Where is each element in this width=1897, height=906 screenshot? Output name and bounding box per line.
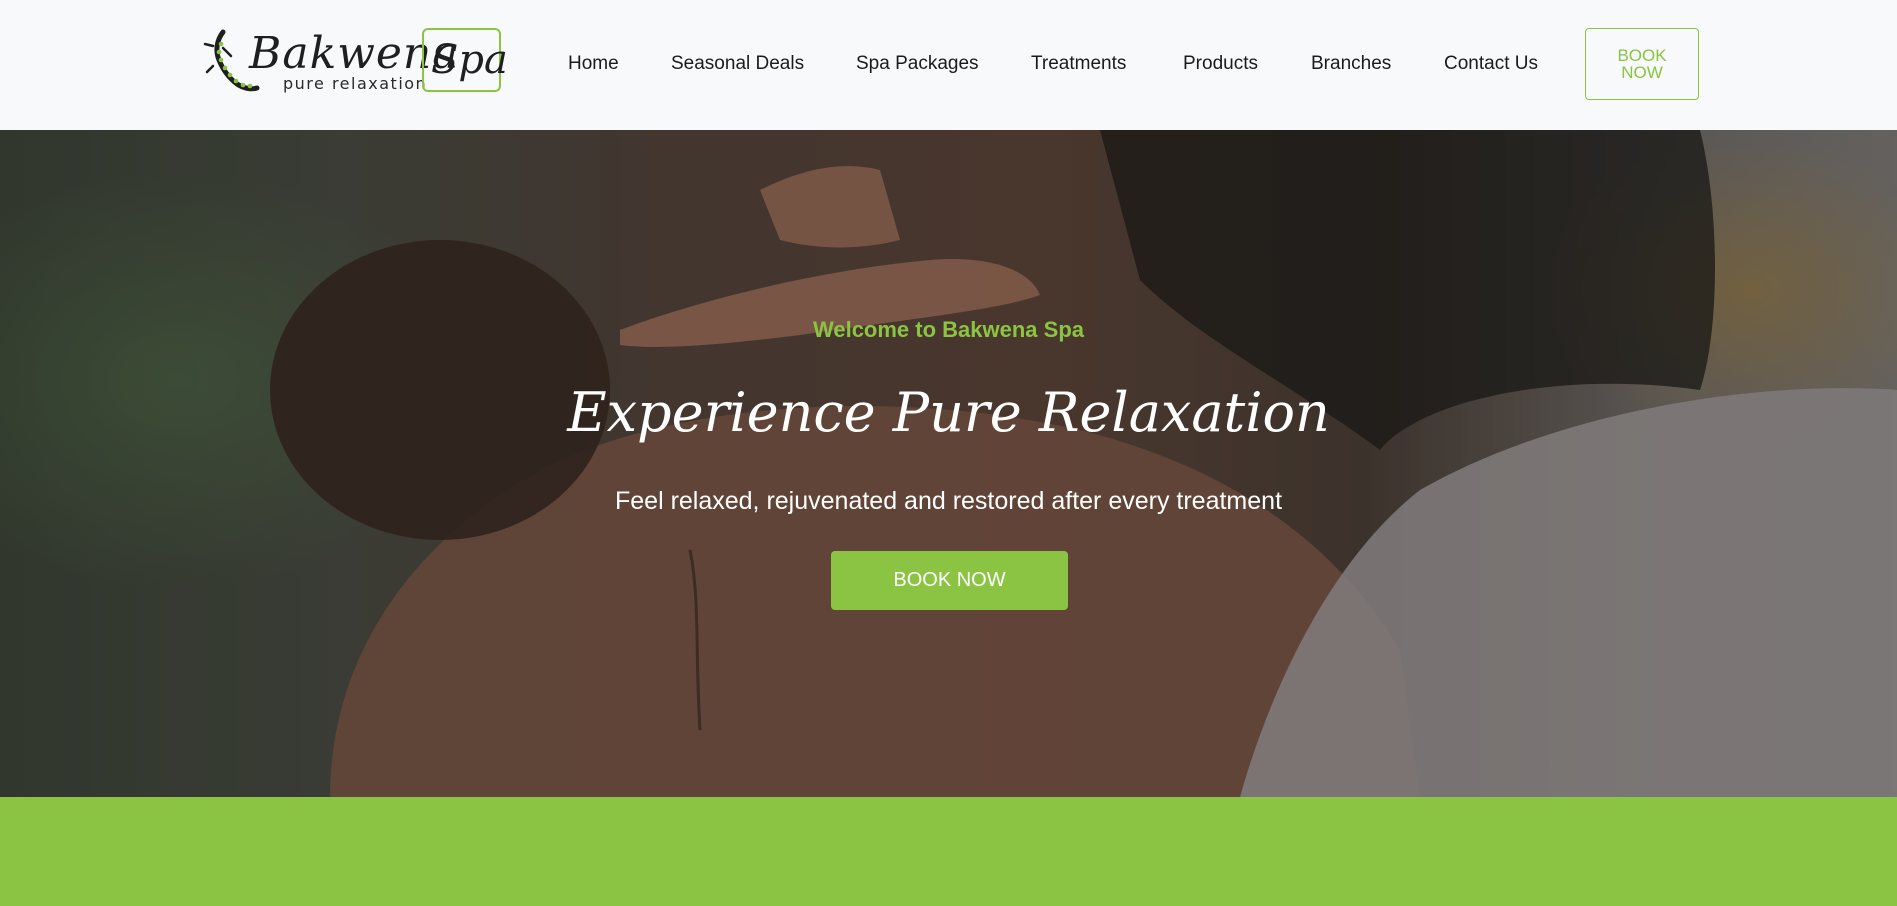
- nav-item-home[interactable]: Home: [568, 50, 619, 78]
- hero-book-now-button[interactable]: BOOK NOW: [831, 551, 1068, 610]
- header-book-now-button[interactable]: BOOK NOW: [1585, 28, 1699, 100]
- logo-spa-text: Spa: [431, 37, 508, 83]
- nav-item-spa-packages[interactable]: Spa Packages: [856, 50, 979, 78]
- hero-dark-overlay: [0, 130, 1897, 797]
- hero-welcome-text: Welcome to Bakwena Spa: [812, 317, 1084, 342]
- hero-title: Experience Pure Relaxation: [567, 381, 1330, 444]
- green-section-band: [0, 797, 1897, 906]
- nav-item-branches[interactable]: Branches: [1311, 50, 1391, 78]
- site-logo[interactable]: Bakwena pure relaxation Spa: [203, 26, 508, 96]
- nav-item-products[interactable]: Products: [1183, 50, 1258, 78]
- logo-tagline: pure relaxation: [283, 74, 428, 93]
- nav-item-treatments[interactable]: Treatments: [1031, 50, 1126, 78]
- hero-section: Welcome to Bakwena Spa Experience Pure R…: [0, 130, 1897, 797]
- nav-item-seasonal-deals[interactable]: Seasonal Deals: [671, 50, 804, 78]
- hero-subtitle: Feel relaxed, rejuvenated and restored a…: [614, 487, 1283, 515]
- logo-spa-box: Spa: [422, 28, 508, 92]
- site-header: Bakwena pure relaxation Spa Home Seasona…: [0, 0, 1897, 130]
- nav-item-contact-us[interactable]: Contact Us: [1444, 50, 1538, 78]
